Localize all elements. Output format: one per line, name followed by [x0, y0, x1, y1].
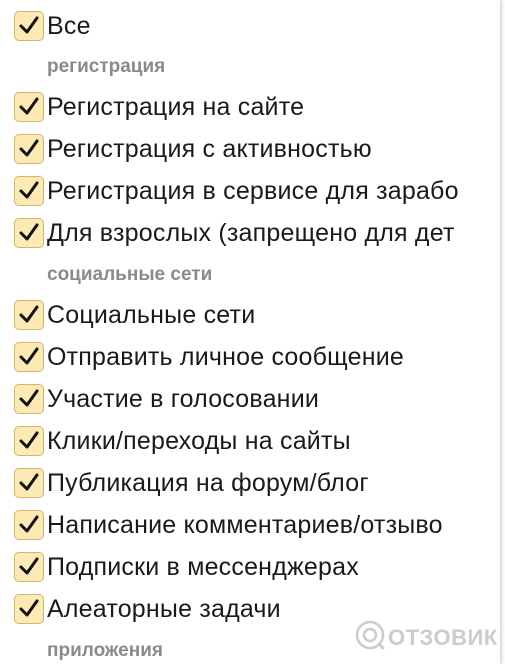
checkbox-checked-icon[interactable] [14, 552, 44, 582]
filter-label: Написание комментариев/отзыво [47, 510, 443, 539]
filter-voting[interactable]: Участие в голосовании [14, 381, 319, 417]
checkbox-checked-icon[interactable] [14, 510, 44, 540]
watermark-text: ОТЗОВИК [388, 624, 498, 650]
checkbox-checked-icon[interactable] [14, 134, 44, 164]
filter-send-message[interactable]: Отправить личное сообщение [14, 339, 404, 375]
otzovik-logo-icon [355, 620, 385, 655]
checkbox-checked-icon[interactable] [14, 342, 44, 372]
checkbox-checked-icon[interactable] [14, 92, 44, 122]
filter-label: Публикация на форум/блог [47, 468, 369, 497]
filter-comments[interactable]: Написание комментариев/отзыво [14, 507, 443, 543]
filter-label: Алеаторные задачи [47, 594, 281, 623]
section-heading-apps: приложения [47, 640, 163, 661]
filter-label: Подписки в мессенджерах [47, 552, 359, 581]
watermark: ОТЗОВИК [355, 620, 498, 655]
filter-reg-site[interactable]: Регистрация на сайте [14, 89, 304, 125]
filter-messengers[interactable]: Подписки в мессенджерах [14, 549, 359, 585]
filter-label: Регистрация в сервисе для зарабо [47, 176, 459, 205]
filter-random[interactable]: Алеаторные задачи [14, 591, 281, 627]
filter-reg-activity[interactable]: Регистрация с активностью [14, 131, 372, 167]
filter-label: Для взрослых (запрещено для дет [47, 218, 455, 247]
filter-label: Клики/переходы на сайты [47, 426, 351, 455]
checkbox-checked-icon[interactable] [14, 594, 44, 624]
filter-forum[interactable]: Публикация на форум/блог [14, 465, 369, 501]
filter-label: Отправить личное сообщение [47, 342, 405, 371]
checkbox-checked-icon[interactable] [14, 300, 44, 330]
filter-label: Регистрация с активностью [47, 134, 372, 163]
filter-panel: Все регистрация Регистрация на сайте Рег… [0, 0, 500, 664]
filter-reg-service[interactable]: Регистрация в сервисе для зарабо [14, 173, 459, 209]
checkbox-checked-icon[interactable] [14, 11, 44, 41]
filter-clicks[interactable]: Клики/переходы на сайты [14, 423, 351, 459]
filter-label: Регистрация на сайте [47, 92, 305, 121]
section-heading-registration: регистрация [47, 56, 166, 77]
checkbox-checked-icon[interactable] [14, 468, 44, 498]
checkbox-checked-icon[interactable] [14, 176, 44, 206]
filter-label: Все [47, 11, 91, 40]
checkbox-checked-icon[interactable] [14, 384, 44, 414]
checkbox-checked-icon[interactable] [14, 218, 44, 248]
filter-label: Социальные сети [47, 300, 256, 329]
filter-label: Участие в голосовании [47, 384, 320, 413]
section-heading-social: социальные сети [47, 264, 213, 285]
filter-adults[interactable]: Для взрослых (запрещено для дет [14, 215, 455, 251]
filter-all[interactable]: Все [14, 8, 91, 44]
checkbox-checked-icon[interactable] [14, 426, 44, 456]
filter-social[interactable]: Социальные сети [14, 297, 255, 333]
